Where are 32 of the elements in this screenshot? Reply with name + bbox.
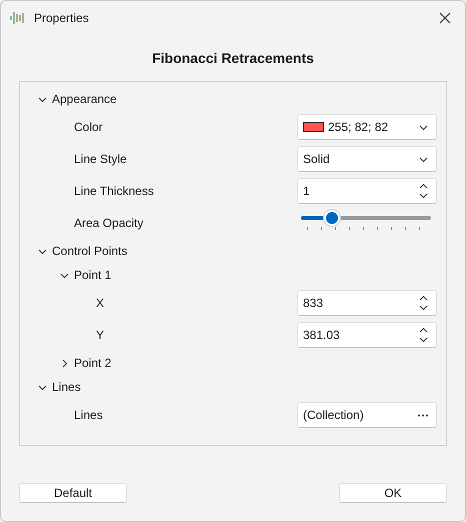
ok-button[interactable]: OK — [339, 483, 447, 503]
number-spinner[interactable]: 381.03 — [297, 322, 437, 348]
number-spinner[interactable]: 1 — [297, 178, 437, 204]
number-spinner[interactable]: 833 — [297, 290, 437, 316]
chevron-icon — [419, 154, 428, 164]
property-label: Line Style — [74, 151, 127, 168]
default-button[interactable]: Default — [19, 483, 127, 503]
property-label: Y — [96, 327, 104, 344]
collapse-chevron-icon[interactable] — [38, 246, 47, 256]
dialog-heading: Fibonacci Retracements — [152, 48, 314, 68]
ellipsis-icon[interactable] — [418, 414, 428, 416]
property-label: Line Thickness — [74, 183, 154, 200]
category-label[interactable]: Appearance — [52, 90, 117, 108]
collapse-chevron-icon[interactable] — [38, 382, 47, 392]
category-label[interactable]: Point 2 — [74, 354, 112, 372]
property-label: Lines — [74, 407, 103, 424]
category-label[interactable]: Control Points — [52, 242, 128, 260]
category-label[interactable]: Point 1 — [74, 266, 112, 284]
category-label[interactable]: Lines — [52, 378, 81, 396]
window-title: Properties — [34, 10, 89, 27]
property-label: Color — [74, 119, 103, 136]
collapse-chevron-icon[interactable] — [60, 270, 69, 280]
style-dropdown[interactable]: Solid — [297, 146, 437, 172]
property-label: X — [96, 295, 104, 312]
color-dropdown[interactable]: 255; 82; 82 — [297, 114, 437, 140]
expand-chevron-icon[interactable] — [60, 358, 69, 368]
collapse-chevron-icon[interactable] — [38, 94, 47, 104]
close-icon[interactable] — [439, 12, 451, 24]
collection-field[interactable]: (Collection) — [297, 402, 437, 428]
app-icon — [9, 10, 25, 26]
property-label: Area Opacity — [74, 215, 144, 232]
chevron-icon — [419, 122, 428, 132]
